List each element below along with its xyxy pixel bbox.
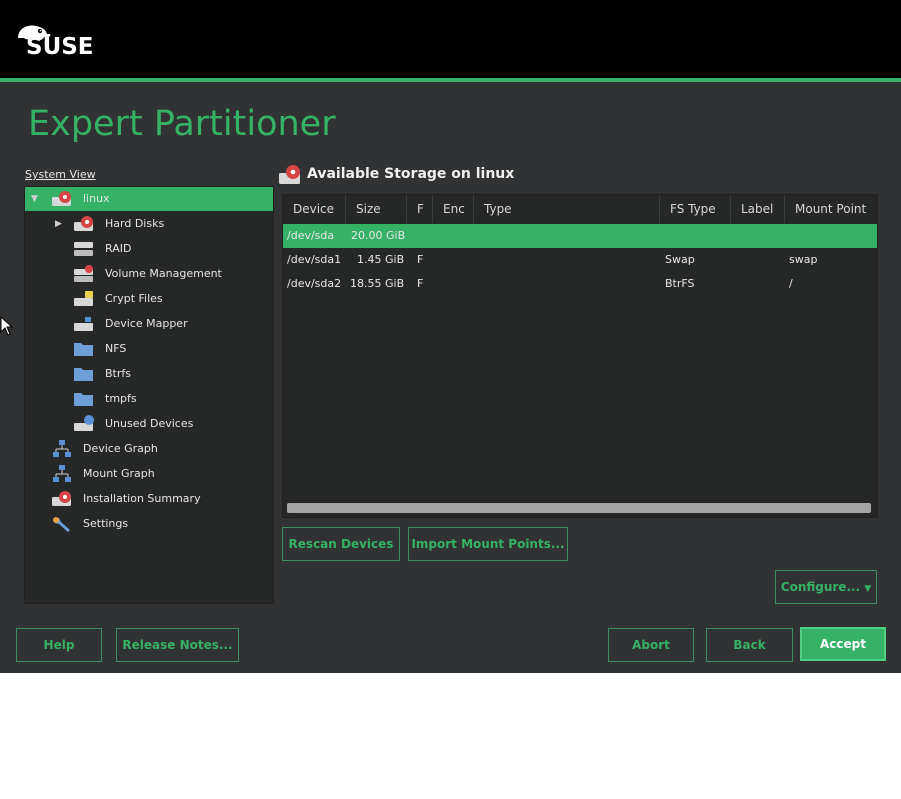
logo-text: SUSE [26,34,94,60]
mouse-cursor-icon [0,316,14,336]
cell-fs-type: Swap [665,253,695,266]
system-view-tree[interactable]: ▼ linux ▶ Hard Disks RAID Volume Managem… [24,186,274,604]
column-header-size[interactable]: Size [346,195,407,223]
expand-arrow-icon[interactable]: ▶ [55,212,62,236]
tree-item-label: Device Mapper [105,317,188,330]
release-notes-button[interactable]: Release Notes... [116,628,239,662]
top-bar: SUSE [0,0,901,78]
tree-item-label: Mount Graph [83,467,155,480]
tree-item-label: RAID [105,242,132,255]
crypt-icon [73,290,95,308]
hard-disk-icon [278,164,302,186]
rescan-devices-button[interactable]: Rescan Devices [282,527,400,561]
available-storage-label: Available Storage on linux [307,166,515,182]
configure-label: Configure... [780,580,861,594]
table-row[interactable]: /dev/sda2 18.55 GiB F Linux native BtrFS… [283,272,877,296]
tree-item-label: NFS [105,342,127,355]
tree-item-crypt-files[interactable]: Crypt Files [25,287,273,311]
folder-icon [73,390,95,408]
tree-item-installation-summary[interactable]: Installation Summary [25,487,273,511]
column-header-fs-type[interactable]: FS Type [660,195,731,223]
page-title: Expert Partitioner [28,104,336,144]
system-view-label: System View [25,168,96,181]
tree-item-btrfs[interactable]: Btrfs [25,362,273,386]
tree-item-label: tmpfs [105,392,137,405]
accent-line [0,78,901,82]
column-header-mount-point[interactable]: Mount Point [785,195,877,223]
tree-item-linux[interactable]: ▼ linux [25,187,273,211]
column-header-enc[interactable]: Enc [433,195,474,223]
graph-icon [51,440,73,458]
cell-size: 18.55 GiB [350,277,405,290]
tree-item-device-mapper[interactable]: Device Mapper [25,312,273,336]
raid-icon [73,240,95,258]
hard-disk-icon [51,190,73,208]
back-button[interactable]: Back [706,628,793,662]
cell-device: /dev/sda2 [287,277,342,290]
chevron-down-icon: ▼ [864,584,872,594]
hard-disk-icon [73,215,95,233]
volume-icon [73,265,95,283]
tree-item-label: Unused Devices [105,417,194,430]
column-header-type[interactable]: Type [474,195,660,223]
device-mapper-icon [73,315,95,333]
cell-f: F [417,253,424,266]
cell-size: 20.00 GiB [351,229,406,242]
cell-device: /dev/sda1 [287,253,342,266]
table-row[interactable]: /dev/sda1 1.45 GiB F Linux swap Swap swa… [283,248,877,272]
cell-device: /dev/sda [287,229,335,242]
tree-item-nfs[interactable]: NFS [25,337,273,361]
tree-item-label: linux [83,192,110,205]
tree-item-raid[interactable]: RAID [25,237,273,261]
accept-button[interactable]: Accept [800,627,886,661]
expand-arrow-icon[interactable]: ▼ [31,187,38,211]
tree-item-volume-management[interactable]: Volume Management [25,262,273,286]
tree-item-tmpfs[interactable]: tmpfs [25,387,273,411]
tree-item-hard-disks[interactable]: ▶ Hard Disks [25,212,273,236]
tree-item-label: Crypt Files [105,292,163,305]
folder-icon [73,365,95,383]
tree-item-label: Installation Summary [83,492,201,505]
installer-window: SUSE Expert Partitioner System View ▼ li… [0,0,901,673]
tree-item-label: Btrfs [105,367,131,380]
import-mount-points-button[interactable]: Import Mount Points... [408,527,568,561]
abort-button[interactable]: Abort [608,628,694,662]
hard-disk-icon [51,490,73,508]
cell-size: 1.45 GiB [357,253,405,266]
table-row[interactable]: /dev/sda 20.00 GiB VMware,-VMware Virtua… [283,224,877,248]
tree-item-label: Settings [83,517,129,530]
wrench-icon [51,515,73,533]
cell-mount-point: swap [789,253,818,266]
column-header-device[interactable]: Device [283,195,346,223]
storage-table[interactable]: Device Size F Enc Type FS Type Label Mou… [282,194,878,518]
tree-item-label: Device Graph [83,442,158,455]
horizontal-scrollbar[interactable] [287,503,871,513]
unused-devices-icon [73,415,95,433]
tree-item-device-graph[interactable]: Device Graph [25,437,273,461]
column-header-f[interactable]: F [407,195,433,223]
tree-item-label: Volume Management [105,267,222,280]
tree-item-label: Hard Disks [105,217,165,230]
column-header-label[interactable]: Label [731,195,785,223]
folder-icon [73,340,95,358]
tree-item-unused-devices[interactable]: Unused Devices [25,412,273,436]
tree-item-settings[interactable]: Settings [25,512,273,536]
cell-f: F [417,277,424,290]
cell-mount-point: / [789,277,793,290]
configure-button[interactable]: Configure... ▼ [775,570,877,604]
cell-fs-type: BtrFS [665,277,695,290]
graph-icon [51,465,73,483]
tree-item-mount-graph[interactable]: Mount Graph [25,462,273,486]
help-button[interactable]: Help [16,628,102,662]
